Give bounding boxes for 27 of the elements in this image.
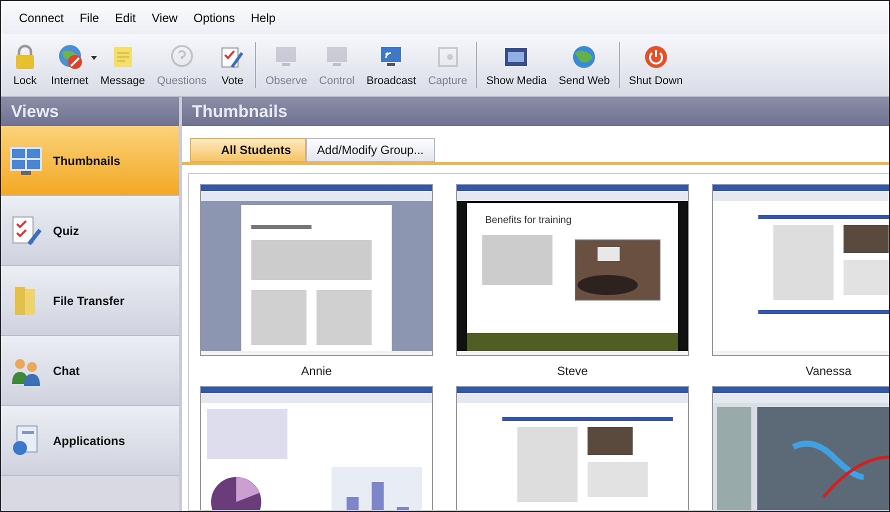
toolbar-button[interactable]: Internet bbox=[45, 34, 94, 96]
toolbar-button[interactable]: Shut Down bbox=[622, 34, 689, 96]
toolbar-button[interactable]: Message bbox=[94, 34, 151, 96]
toolbar-button[interactable]: Show Media bbox=[480, 34, 553, 96]
menu-item[interactable]: Help bbox=[250, 10, 276, 24]
sidebar-item[interactable]: Chat bbox=[1, 336, 179, 406]
panel-header: Views bbox=[1, 97, 179, 126]
toolbar-button[interactable]: Vote bbox=[212, 34, 252, 96]
student-name: Steve bbox=[557, 364, 588, 378]
menu-item[interactable]: Edit bbox=[115, 10, 136, 24]
toolbar-button[interactable]: Lock bbox=[5, 34, 45, 96]
menu-item[interactable]: Connect bbox=[19, 10, 64, 24]
menu-item[interactable]: File bbox=[80, 10, 100, 24]
sidebar-item[interactable]: File Transfer bbox=[1, 266, 179, 336]
sidebar-item[interactable]: Thumbnails bbox=[1, 126, 179, 196]
student-name: Annie bbox=[301, 364, 332, 378]
menu-item[interactable]: View bbox=[152, 10, 178, 24]
tab[interactable]: All Students bbox=[190, 138, 306, 162]
toolbar-button[interactable]: Send Web bbox=[552, 34, 616, 96]
sidebar-item[interactable]: Applications bbox=[1, 406, 179, 476]
student-name: Vanessa bbox=[806, 364, 852, 378]
slide-title: Benefits for training bbox=[485, 215, 572, 226]
toolbar-button[interactable]: Broadcast bbox=[360, 34, 422, 96]
sidebar-item[interactable]: Quiz bbox=[1, 196, 179, 266]
tab[interactable]: Add/Modify Group... bbox=[306, 138, 435, 162]
panel-header: Thumbnails bbox=[182, 97, 889, 126]
menu-item[interactable]: Options bbox=[194, 10, 235, 24]
